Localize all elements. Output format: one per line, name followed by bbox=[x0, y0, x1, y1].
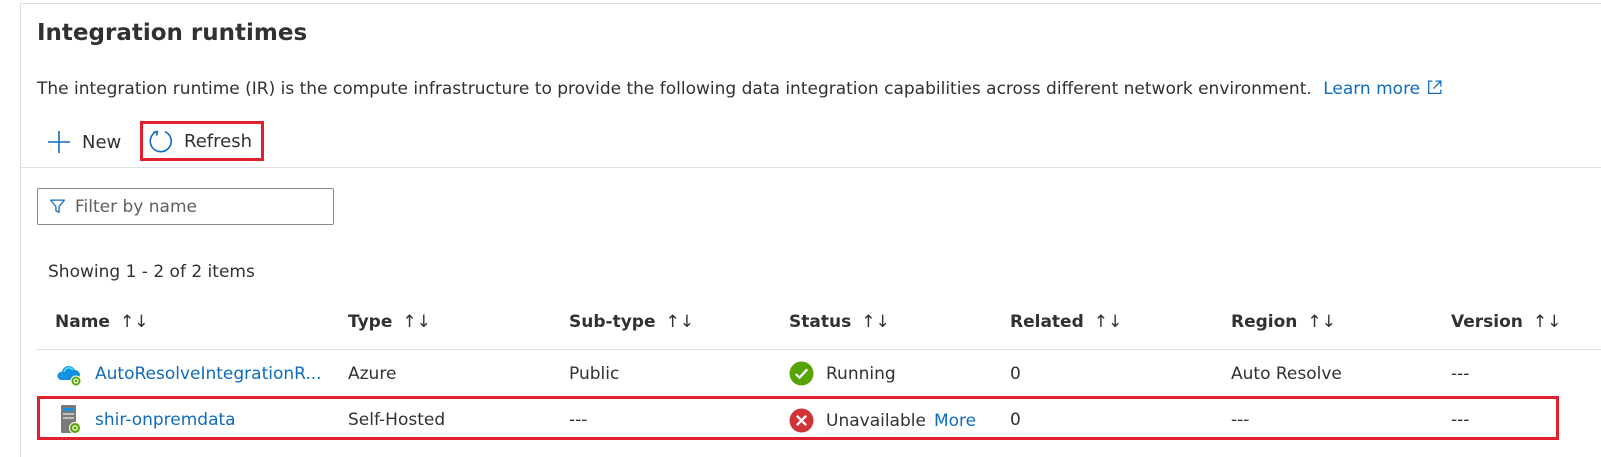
sort-icon: ↑↓ bbox=[119, 312, 149, 332]
row-status-text: Running bbox=[826, 363, 896, 384]
table-row: AutoResolveIntegrationR... Azure Public … bbox=[37, 352, 1601, 398]
check-circle-icon bbox=[789, 361, 814, 386]
row-related: 0 bbox=[1010, 364, 1021, 384]
plus-icon bbox=[48, 131, 70, 153]
sort-icon: ↑↓ bbox=[402, 312, 431, 332]
new-button-label: New bbox=[82, 131, 122, 153]
refresh-button-label: Refresh bbox=[184, 130, 252, 152]
column-header-label: Type bbox=[348, 312, 393, 332]
new-button[interactable]: New bbox=[46, 126, 121, 158]
row-name-link[interactable]: AutoResolveIntegrationR... bbox=[55, 361, 322, 387]
refresh-icon bbox=[149, 130, 172, 153]
column-header-related[interactable]: Related ↑↓ bbox=[1010, 312, 1122, 332]
row-version: --- bbox=[1451, 364, 1470, 384]
toolbar-divider bbox=[20, 167, 1601, 168]
column-header-subtype[interactable]: Sub-type ↑↓ bbox=[569, 312, 694, 332]
column-header-label: Version bbox=[1451, 312, 1523, 332]
row-subtype: Public bbox=[569, 364, 620, 384]
column-header-status[interactable]: Status ↑↓ bbox=[789, 312, 890, 332]
column-header-region[interactable]: Region ↑↓ bbox=[1231, 312, 1336, 332]
column-header-label: Sub-type bbox=[569, 312, 656, 332]
page-description: The integration runtime (IR) is the comp… bbox=[37, 79, 1443, 99]
azure-cloud-ir-icon bbox=[57, 366, 82, 387]
learn-more-label: Learn more bbox=[1323, 79, 1421, 99]
external-link-icon bbox=[1428, 80, 1442, 94]
column-header-name[interactable]: Name ↑↓ bbox=[55, 312, 148, 332]
column-header-label: Region bbox=[1231, 312, 1298, 332]
row-type: Azure bbox=[348, 364, 397, 384]
sort-icon: ↑↓ bbox=[665, 312, 694, 332]
row-region: Auto Resolve bbox=[1231, 364, 1342, 384]
page-title: Integration runtimes bbox=[37, 20, 308, 46]
column-header-label: Status bbox=[789, 312, 852, 332]
sort-icon: ↑↓ bbox=[1532, 312, 1562, 332]
description-text: The integration runtime (IR) is the comp… bbox=[37, 79, 1312, 99]
items-count: Showing 1 - 2 of 2 items bbox=[48, 262, 255, 282]
filter-input[interactable] bbox=[75, 196, 315, 217]
column-header-type[interactable]: Type ↑↓ bbox=[348, 312, 431, 332]
column-header-label: Related bbox=[1010, 312, 1084, 332]
filter-icon bbox=[49, 199, 66, 213]
filter-box[interactable] bbox=[37, 188, 334, 225]
learn-more-link[interactable]: Learn more bbox=[1323, 79, 1443, 99]
column-header-label: Name bbox=[55, 312, 110, 332]
sort-icon: ↑↓ bbox=[1093, 312, 1123, 332]
refresh-button[interactable]: Refresh bbox=[140, 121, 264, 161]
sort-icon: ↑↓ bbox=[861, 312, 890, 332]
sort-icon: ↑↓ bbox=[1307, 312, 1336, 332]
header-divider bbox=[37, 349, 1601, 350]
row-name: AutoResolveIntegrationR... bbox=[95, 364, 322, 384]
row-status: Running bbox=[789, 361, 896, 386]
highlight-outline bbox=[37, 396, 1559, 440]
column-header-version[interactable]: Version ↑↓ bbox=[1451, 312, 1561, 332]
